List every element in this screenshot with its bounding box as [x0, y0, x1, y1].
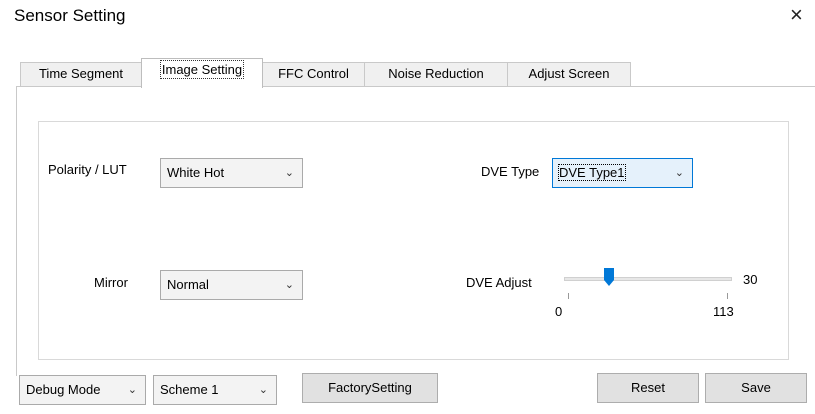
debug-mode-select[interactable]: Debug Modе ⌄ [19, 375, 146, 405]
dve-type-label: DVE Type [481, 164, 540, 179]
tab-label: Image Setting [159, 60, 245, 79]
mirror-label: Mirror [94, 275, 128, 290]
tab-strip: Time Segment Image Setting FFC Control N… [16, 58, 815, 88]
polarity-value: White Hot [167, 165, 225, 180]
chevron-down-icon: ⌄ [127, 384, 137, 396]
image-setting-group [38, 121, 789, 360]
slider-tick-min [568, 293, 569, 299]
polarity-label: Polarity / LUT [48, 162, 127, 177]
scheme-select[interactable]: Scheme 1 ⌄ [153, 375, 277, 405]
tab-ffc-control[interactable]: FFC Control [262, 62, 365, 86]
reset-button[interactable]: Reset [597, 373, 699, 403]
tab-image-setting[interactable]: Image Setting [141, 58, 263, 88]
mirror-value: Normal [167, 277, 209, 292]
tab-adjust-screen[interactable]: Adjust Screen [507, 62, 631, 86]
window-title: Sensor Setting [14, 6, 126, 25]
chevron-down-icon: ⌄ [284, 167, 294, 179]
dve-adjust-min: 0 [555, 304, 563, 319]
chevron-down-icon: ⌄ [674, 167, 684, 179]
close-icon[interactable]: × [790, 2, 803, 28]
tab-label: Time Segment [38, 66, 124, 81]
tab-label: Noise Reduction [388, 66, 484, 81]
debug-mode-value: Debug Modе [26, 382, 101, 397]
dve-adjust-max: 113 [713, 304, 734, 319]
tab-time-segment[interactable]: Time Segment [20, 62, 142, 86]
tab-noise-reduction[interactable]: Noise Reduction [364, 62, 508, 86]
chevron-down-icon: ⌄ [284, 279, 294, 291]
dve-adjust-slider-track[interactable] [564, 277, 732, 281]
slider-tick-max [727, 293, 728, 299]
dve-type-value: DVE Type1 [558, 164, 626, 181]
chevron-down-icon: ⌄ [258, 384, 268, 396]
polarity-select[interactable]: White Hot ⌄ [160, 158, 303, 188]
tab-label: FFC Control [278, 66, 349, 81]
dve-type-select[interactable]: DVE Type1 ⌄ [552, 158, 693, 188]
factory-setting-button[interactable]: FactorySetting [302, 373, 438, 403]
dve-adjust-label: DVE Adjust [466, 275, 532, 290]
save-button[interactable]: Save [705, 373, 807, 403]
dve-adjust-slider-thumb[interactable] [604, 268, 614, 286]
scheme-value: Scheme 1 [160, 382, 219, 397]
mirror-select[interactable]: Normal ⌄ [160, 270, 303, 300]
dve-adjust-value: 30 [743, 272, 758, 287]
tab-label: Adjust Screen [528, 66, 610, 81]
